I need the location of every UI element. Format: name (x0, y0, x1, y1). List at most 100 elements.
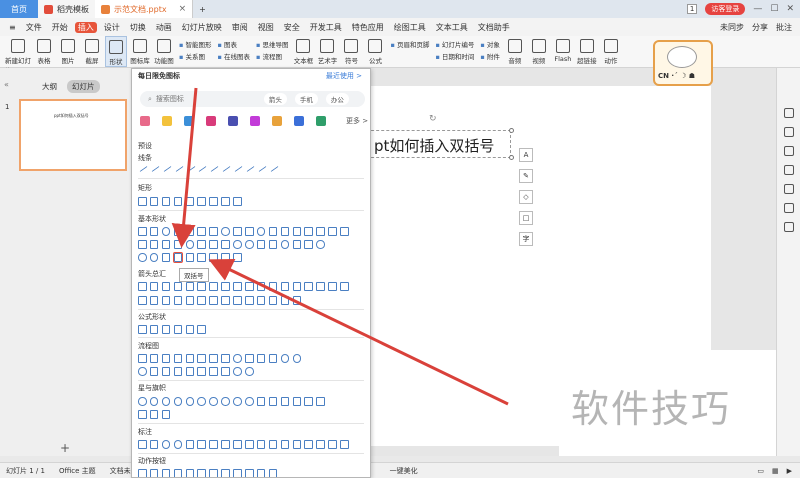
moon-shape[interactable] (138, 253, 147, 262)
magic-icon[interactable] (783, 165, 794, 175)
star-shape[interactable] (138, 397, 147, 406)
star-shape[interactable] (173, 397, 183, 406)
basic-shape[interactable] (197, 240, 206, 249)
lightning-shape[interactable] (304, 240, 313, 249)
video-button[interactable]: 视频 (528, 36, 550, 65)
right-bracket-shape[interactable] (209, 253, 218, 262)
basic-shape[interactable] (209, 240, 218, 249)
resize-handle[interactable] (509, 128, 514, 133)
arrow-shape[interactable] (316, 282, 325, 291)
heart-shape[interactable] (292, 240, 302, 249)
basic-shape[interactable] (268, 227, 278, 236)
slide-thumbnail[interactable]: ppt如何插入双括号 (19, 99, 127, 171)
person-icon[interactable] (184, 116, 194, 126)
basic-shape[interactable] (316, 227, 325, 236)
arrow-shape[interactable] (209, 296, 218, 305)
animation-icon[interactable] (783, 146, 794, 156)
maximize-icon[interactable]: ☐ (770, 4, 778, 14)
slide-title-text[interactable]: pt如何插入双括号 (374, 135, 494, 156)
flowchart-shape[interactable] (173, 367, 183, 376)
basic-shape[interactable] (256, 227, 266, 236)
sorter-view-icon[interactable]: ▦ (772, 467, 779, 475)
pencil-icon[interactable] (140, 116, 150, 126)
smiley-shape[interactable] (280, 240, 290, 249)
properties-icon[interactable] (783, 108, 794, 118)
basic-shape[interactable] (138, 227, 147, 236)
sync-status[interactable]: 未同步 (720, 22, 744, 33)
line-shape[interactable] (220, 163, 231, 172)
tag-arrow[interactable]: 箭头 (263, 93, 287, 105)
line-shape[interactable] (232, 163, 243, 172)
search-icon[interactable] (783, 203, 794, 213)
flowchart-shape[interactable] (245, 354, 254, 363)
hyperlink-button[interactable]: 超链接 (576, 36, 598, 65)
collapse-sidebar-icon[interactable]: « (4, 80, 9, 89)
arc-shape[interactable] (149, 253, 159, 262)
arrow-shape[interactable] (197, 296, 206, 305)
font-icon[interactable]: 字 (519, 232, 533, 246)
flowchart-shape[interactable] (221, 354, 230, 363)
rect-shape[interactable] (185, 197, 195, 206)
basic-shape[interactable] (197, 227, 206, 236)
arrow-shape[interactable] (161, 282, 171, 291)
callout-shape[interactable] (245, 440, 254, 449)
share-button[interactable]: 分享 (752, 22, 768, 33)
action-button[interactable]: 动作 (600, 36, 622, 65)
flowchart-shape[interactable] (149, 367, 159, 376)
arrow-shape[interactable] (209, 282, 218, 291)
arrow-shape[interactable] (185, 282, 195, 291)
hamburger-menu-icon[interactable]: ≡ (6, 23, 19, 32)
basic-shape[interactable] (161, 240, 171, 249)
star-shape[interactable] (161, 397, 171, 406)
rect-shape[interactable] (149, 197, 159, 206)
arrow-shape[interactable] (197, 282, 206, 291)
normal-view-icon[interactable]: ▭ (757, 467, 764, 475)
crop-icon[interactable]: □ (519, 211, 533, 225)
basic-shape[interactable] (149, 240, 159, 249)
formula-button[interactable]: 公式 (364, 36, 386, 65)
flowchart-shape[interactable] (233, 367, 242, 376)
arrow-shape[interactable] (185, 296, 195, 305)
basic-shape[interactable] (292, 227, 302, 236)
visitor-login-button[interactable]: 访客登录 (705, 3, 746, 15)
star-shape[interactable] (149, 397, 159, 406)
action-button-shape[interactable] (149, 469, 159, 477)
comment-button[interactable]: 批注 (776, 22, 792, 33)
mindmap-button[interactable]: 思维导图 (256, 39, 288, 49)
basic-shape[interactable] (138, 240, 147, 249)
rect-shape[interactable] (221, 197, 230, 206)
basic-shape[interactable] (233, 240, 242, 249)
menu-drawing-tools[interactable]: 绘图工具 (391, 22, 429, 33)
callout-shape[interactable] (340, 440, 349, 449)
tag-office[interactable]: 办公 (325, 93, 349, 105)
minus-shape[interactable] (149, 325, 159, 334)
callout-shape[interactable] (209, 440, 218, 449)
basic-shape[interactable] (245, 227, 254, 236)
banner-shape[interactable] (161, 410, 171, 419)
banner-shape[interactable] (316, 397, 325, 406)
flowchart-shape[interactable] (268, 354, 278, 363)
basic-shape[interactable] (209, 227, 218, 236)
textbox-button[interactable]: 文本框 (292, 36, 314, 65)
rect-shape[interactable] (233, 197, 242, 206)
arrow-shape[interactable] (304, 282, 313, 291)
text-style-icon[interactable]: A (519, 148, 533, 162)
menu-security[interactable]: 安全 (281, 22, 303, 33)
arrow-shape[interactable] (256, 282, 266, 291)
sun-shape[interactable] (316, 240, 325, 249)
line-shape[interactable] (256, 163, 267, 172)
resize-handle[interactable] (509, 155, 514, 160)
copy-icon[interactable] (783, 184, 794, 194)
double-brace-shape[interactable] (185, 253, 195, 262)
arrow-shape[interactable] (328, 282, 337, 291)
basic-shape[interactable] (233, 227, 242, 236)
rect-shape[interactable] (138, 197, 147, 206)
symbol-button[interactable]: 符号 (340, 36, 362, 65)
more-icons-link[interactable]: 更多 > (346, 116, 368, 126)
basic-shape[interactable] (304, 227, 313, 236)
divide-shape[interactable] (173, 325, 183, 334)
callout-shape[interactable] (161, 440, 171, 449)
flowchart-shape[interactable] (280, 354, 290, 363)
rocket-icon[interactable] (272, 116, 282, 126)
banner-shape[interactable] (256, 397, 266, 406)
